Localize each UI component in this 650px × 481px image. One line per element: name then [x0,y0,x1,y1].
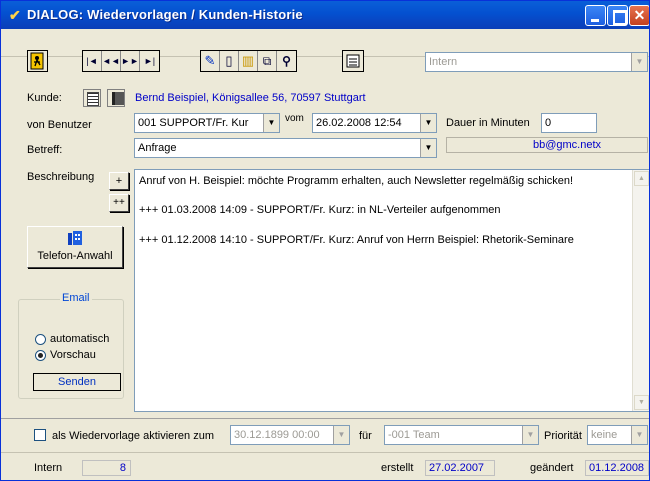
divider [1,452,649,453]
memo-line: +++ 01.03.2008 14:09 - SUPPORT/Fr. Kurz:… [139,204,501,216]
erstellt-label: erstellt [381,462,414,474]
kunde-label: Kunde: [27,92,62,104]
geaendert-value: 01.12.2008 [585,460,649,476]
edit-pencil-icon[interactable]: ✎ [201,51,220,71]
next-record-icon[interactable]: ►► [121,51,140,71]
chevron-down-icon: ▼ [631,426,647,444]
wiedervorlage-datum-value: 30.12.1899 00:00 [234,429,320,441]
plusplus-button[interactable]: ++ [109,194,129,212]
title-bar[interactable]: ✔ DIALOG: Wiedervorlagen / Kunden-Histor… [1,1,649,29]
kunde-value[interactable]: Bernd Beispiel, Königsallee 56, 70597 St… [135,92,366,104]
plus-button[interactable]: + [109,172,129,190]
first-record-icon[interactable]: |◄ [83,51,102,71]
wiedervorlage-datum-select[interactable]: 30.12.1899 00:00 ▼ [230,425,350,445]
chevron-down-icon: ▼ [631,53,647,71]
minimize-button[interactable] [585,5,606,26]
beschreibung-textarea[interactable]: Anruf von H. Beispiel: möchte Programm e… [134,169,649,412]
prioritaet-label: Priorität [544,430,582,442]
email-address-field: bb@gmc.netx [446,137,648,153]
new-document-icon[interactable]: ▯ [220,51,239,71]
delete-trash-icon[interactable]: ▥ [239,51,258,71]
address-card-icon[interactable] [83,89,101,107]
radio-automatisch[interactable] [35,334,46,345]
chevron-down-icon: ▼ [522,426,538,444]
chevron-down-icon: ▼ [263,114,279,132]
telefon-anwahl-button[interactable]: Telefon-Anwahl [27,226,123,268]
betreff-value: Anfrage [138,142,177,154]
wiedervorlage-label: als Wiedervorlage aktivieren zum [52,430,215,442]
chevron-down-icon: ▼ [420,139,436,157]
senden-button[interactable]: Senden [33,373,121,391]
erstellt-value: 27.02.2007 [425,460,495,476]
chevron-down-icon: ▼ [333,426,349,444]
dauer-input[interactable]: 0 [541,113,597,133]
benutzer-value: 001 SUPPORT/Fr. Kur [138,117,249,129]
record-navigation: |◄ ◄◄ ►► ►| [82,50,160,72]
last-record-icon[interactable]: ►| [140,51,159,71]
close-icon: ✕ [633,7,646,23]
prioritaet-select[interactable]: keine ▼ [587,425,648,445]
search-binoculars-icon[interactable]: ⚲ [277,51,296,71]
copy-icon[interactable]: ⧉ [258,51,277,71]
betreff-select[interactable]: Anfrage ▼ [134,138,437,158]
view-select[interactable]: Intern ▼ [425,52,648,72]
betreff-label: Betreff: [27,144,63,156]
scroll-down-icon[interactable]: ▼ [634,395,649,410]
prioritaet-value: keine [591,429,618,441]
team-value: -001 Team [388,429,440,441]
radio-vorschau-label: Vorschau [50,349,96,361]
memo-line: +++ 01.12.2008 14:10 - SUPPORT/Fr. Kurz:… [139,234,574,246]
intern-label: Intern [34,462,63,474]
benutzer-select[interactable]: 001 SUPPORT/Fr. Kur ▼ [134,113,280,133]
beschreibung-label: Beschreibung [27,171,95,183]
telefon-anwahl-label: Telefon-Anwahl [37,250,113,262]
team-select[interactable]: -001 Team ▼ [384,425,539,445]
maximize-button[interactable] [607,5,628,26]
dialog-window: ✔ DIALOG: Wiedervorlagen / Kunden-Histor… [0,0,650,481]
benutzer-label: von Benutzer [27,119,92,131]
print-icon[interactable] [342,50,364,72]
window-title: DIALOG: Wiedervorlagen / Kunden-Historie [27,7,303,22]
checkmark-icon: ✔ [9,7,21,23]
phone-dial-icon [68,231,82,245]
close-button[interactable]: ✕ [629,5,649,26]
memo-line: Anruf von H. Beispiel: möchte Programm e… [139,175,574,187]
vom-label: vom [285,113,304,124]
radio-vorschau[interactable] [35,350,46,361]
address-book-icon[interactable] [107,89,125,107]
chevron-down-icon: ▼ [420,114,436,132]
dauer-label: Dauer in Minuten [446,117,530,129]
edit-tools: ✎ ▯ ▥ ⧉ ⚲ [200,50,297,72]
intern-value: 8 [82,460,131,476]
exit-door-icon[interactable] [27,50,48,72]
datum-value: 26.02.2008 12:54 [316,117,402,129]
wiedervorlage-checkbox[interactable] [34,429,46,441]
scroll-up-icon[interactable]: ▲ [634,171,649,186]
prev-record-icon[interactable]: ◄◄ [102,51,121,71]
radio-automatisch-label: automatisch [50,333,110,345]
datum-select[interactable]: 26.02.2008 12:54 ▼ [312,113,437,133]
fuer-label: für [359,430,372,442]
geaendert-label: geändert [530,462,574,474]
email-group-title: Email [60,292,92,304]
divider [1,418,649,419]
memo-scrollbar[interactable]: ▲ ▼ [632,170,649,411]
view-select-value: Intern [429,56,458,68]
